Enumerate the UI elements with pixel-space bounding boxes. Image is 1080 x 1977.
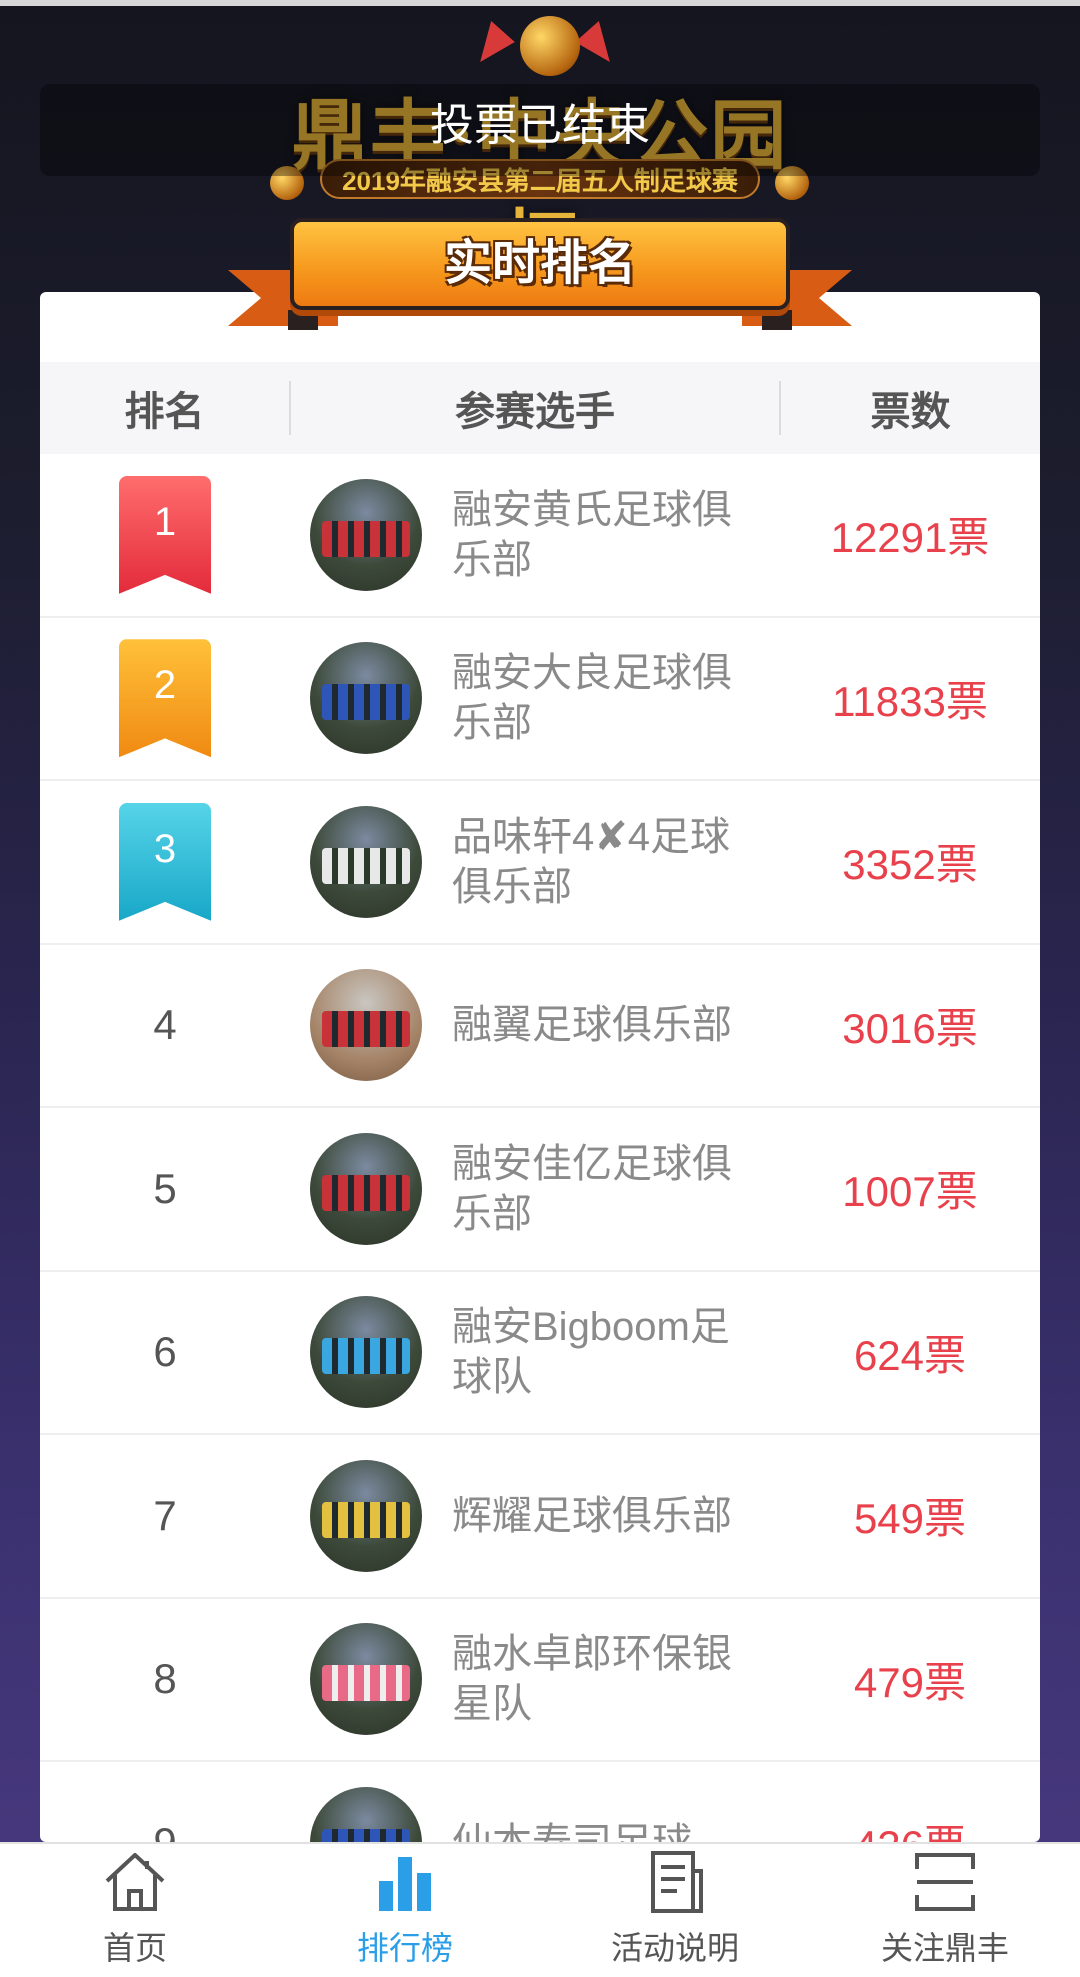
nav-about[interactable]: 活动说明 [540, 1844, 810, 1977]
medal-cyan-icon: 3 [119, 802, 211, 921]
nav-home[interactable]: 首页 [0, 1844, 270, 1977]
document-icon [651, 1851, 703, 1913]
football-icon [520, 16, 580, 76]
ranking-row[interactable]: 4 融翼足球俱乐部 3016票 [40, 945, 1040, 1108]
team-name: 融翼足球俱乐部 [452, 1003, 732, 1048]
nav-label: 排行榜 [356, 1930, 453, 1966]
team-avatar[interactable] [310, 478, 422, 591]
medal-orange-icon: 2 [119, 639, 211, 758]
ranking-row[interactable]: 8 融水卓郎环保银星队 479票 [40, 1599, 1040, 1762]
team-name: 融安黄氏足球俱乐部 [452, 487, 732, 582]
ribbon-fold-left [288, 310, 318, 330]
team-avatar[interactable] [310, 1786, 422, 1842]
ranking-row[interactable]: 1 融安黄氏足球俱乐部 12291票 [40, 454, 1040, 618]
medal-red-icon: 1 [119, 475, 211, 594]
header-player: 参赛选手 [455, 390, 615, 434]
player-cell: 融安大良足球俱乐部 [290, 618, 780, 780]
vote-status-text: 投票已结束 [430, 101, 650, 150]
player-cell: 辉耀足球俱乐部 [290, 1435, 780, 1597]
rank-number: 4 [153, 1001, 177, 1049]
vote-count: 426票 [780, 1812, 1040, 1842]
ribbon-fold-right [762, 310, 792, 330]
player-cell: 融水卓郎环保银星队 [290, 1599, 780, 1761]
player-cell: 仙本寿司足球 [290, 1762, 780, 1842]
ribbon-main: 实时排名 [290, 218, 790, 310]
rank-cell: 1 [40, 454, 290, 616]
rank-number: 6 [153, 1328, 177, 1376]
bar-chart-icon [379, 1857, 431, 1911]
flag-left-icon [465, 16, 515, 62]
header-rank: 排名 [124, 390, 205, 434]
player-cell: 融安Bigboom足球队 [290, 1272, 780, 1434]
ranking-row[interactable]: 9 仙本寿司足球 426票 [40, 1762, 1040, 1842]
player-cell: 融安佳亿足球俱乐部 [290, 1108, 780, 1270]
rank-number: 5 [153, 1164, 177, 1212]
vote-count: 3016票 [842, 1004, 978, 1052]
vote-count: 3352票 [842, 841, 978, 889]
nav-label: 首页 [102, 1930, 167, 1966]
team-name: 品味轩4✘4足球俱乐部 [452, 814, 731, 909]
rank-number: 9 [153, 1819, 176, 1842]
team-name: 融安佳亿足球俱乐部 [452, 1141, 732, 1236]
rank-cell: 6 [40, 1272, 290, 1434]
nav-label: 关注鼎丰 [880, 1930, 1009, 1966]
nav-ranking[interactable]: 排行榜 [270, 1844, 540, 1977]
team-name: 仙本寿司足球 [452, 1818, 742, 1842]
rank-cell: 4 [40, 945, 290, 1107]
team-avatar[interactable] [310, 969, 422, 1082]
ranking-row[interactable]: 2 融安大良足球俱乐部 11833票 [40, 618, 1040, 781]
rank-cell: 3 [40, 781, 290, 943]
team-name: 融安Bigboom足球队 [452, 1305, 730, 1400]
player-cell: 融安黄氏足球俱乐部 [290, 454, 780, 616]
team-name: 融水卓郎环保银星队 [452, 1632, 732, 1727]
ranking-row[interactable]: 3 品味轩4✘4足球俱乐部 3352票 [40, 781, 1040, 945]
vote-count: 479票 [853, 1658, 967, 1706]
team-name: 融安大良足球俱乐部 [452, 651, 732, 746]
flag-right-icon [575, 16, 625, 62]
rank-cell: 2 [40, 618, 290, 780]
table-header: 排名 参赛选手 票数 [40, 362, 1040, 454]
team-avatar[interactable] [310, 1459, 422, 1572]
scan-icon [915, 1853, 975, 1911]
rank-cell: 5 [40, 1108, 290, 1270]
ranking-row[interactable]: 6 融安Bigboom足球队 624票 [40, 1272, 1040, 1435]
ranking-row[interactable]: 5 融安佳亿足球俱乐部 1007票 [40, 1108, 1040, 1272]
rank-cell: 7 [40, 1435, 290, 1597]
nav-label: 活动说明 [610, 1930, 739, 1966]
ranking-list: 1 融安黄氏足球俱乐部 12291票 2 融安大良足球俱乐部 11833票 3 [40, 454, 1040, 1842]
team-name: 辉耀足球俱乐部 [452, 1493, 732, 1538]
rank-number: 7 [153, 1491, 177, 1539]
rank-number: 3 [153, 826, 177, 871]
header-banner: 鼎丰·中央公园杯 2019年融安县第二届五人制足球赛 投票已结束 [0, 6, 1080, 290]
player-cell: 品味轩4✘4足球俱乐部 [290, 781, 780, 943]
rank-number: 2 [153, 663, 177, 708]
vote-count: 11833票 [832, 677, 988, 725]
ranking-row[interactable]: 7 辉耀足球俱乐部 549票 [40, 1435, 1040, 1599]
ranking-ribbon: 实时排名 [228, 218, 852, 338]
rank-cell: 8 [40, 1599, 290, 1761]
team-avatar[interactable] [310, 642, 422, 755]
team-avatar[interactable] [310, 1132, 422, 1245]
vote-count: 549票 [853, 1495, 967, 1543]
bottom-nav: 首页 排行榜 活动说明 关注鼎丰 [0, 1842, 1080, 1977]
rank-number: 1 [153, 499, 177, 544]
team-avatar[interactable] [310, 1296, 422, 1409]
vote-count: 12291票 [830, 514, 990, 562]
team-avatar[interactable] [310, 805, 422, 918]
team-avatar[interactable] [310, 1623, 422, 1736]
home-icon [105, 1853, 165, 1911]
nav-follow[interactable]: 关注鼎丰 [810, 1844, 1080, 1977]
rank-cell: 9 [40, 1762, 290, 1842]
header-votes: 票数 [870, 390, 951, 434]
player-cell: 融翼足球俱乐部 [290, 945, 780, 1107]
ranking-heading: 实时排名 [443, 237, 636, 290]
vote-count: 624票 [853, 1331, 967, 1379]
ranking-panel: 排名 参赛选手 票数 1 融安黄氏足球俱乐部 12291票 2 融安大良足球俱乐… [40, 292, 1040, 1842]
rank-number: 8 [153, 1655, 177, 1703]
vote-count: 1007票 [842, 1168, 978, 1216]
